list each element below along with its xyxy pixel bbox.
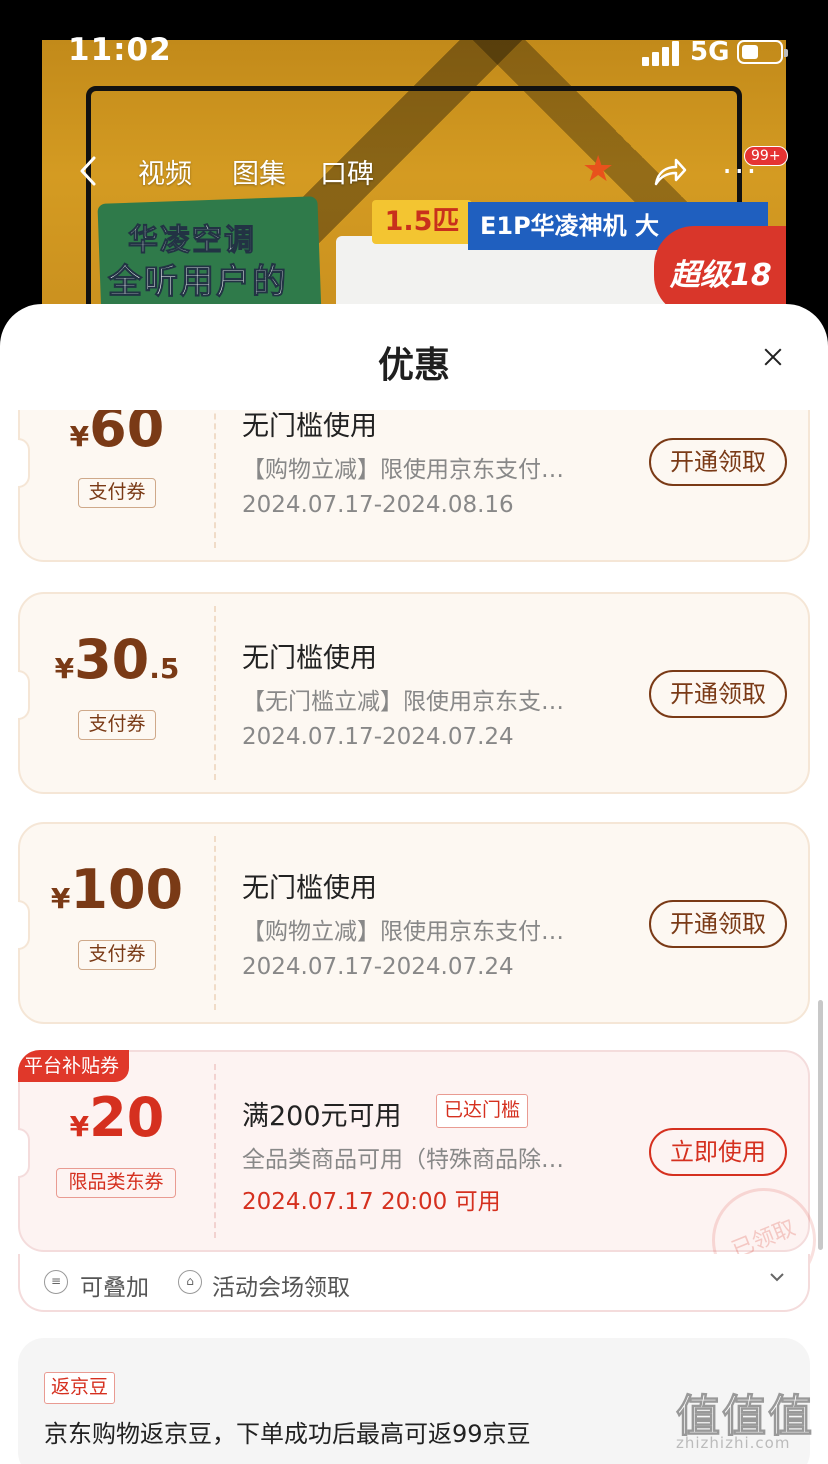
beans-description: 京东购物返京豆，下单成功后最高可返99京豆 xyxy=(44,1420,531,1448)
coupon-description: 【购物立减】限使用京东支付… xyxy=(242,457,564,483)
coupon-date: 2024.07.17-2024.08.16 xyxy=(242,492,514,518)
coupon-description: 全品类商品可用（特殊商品除… xyxy=(242,1147,564,1173)
coupon-card: ¥30.5 支付券 无门槛使用 【无门槛立减】限使用京东支… 2024.07.1… xyxy=(18,592,810,794)
coupon-amount: ¥30.5 xyxy=(54,628,180,691)
coupon-sheet: 优惠 ¥60 支付券 无门槛使用 【购物立减】限使用京东支付… 2024.07.… xyxy=(0,304,828,1464)
battery-icon xyxy=(737,40,788,64)
tab-video[interactable]: 视频 xyxy=(138,152,192,191)
top-nav: 视频 图集 口碑 ★ ··· 99+ xyxy=(42,140,788,204)
source-label: 活动会场领取 xyxy=(212,1275,350,1301)
sheet-title: 优惠 xyxy=(377,345,450,386)
promo-badge: 超级18 xyxy=(654,226,786,316)
tab-gallery[interactable]: 图集 xyxy=(232,152,286,191)
chevron-down-icon[interactable] xyxy=(768,1268,786,1286)
threshold-reached-tag: 已达门槛 xyxy=(436,1094,529,1128)
coupon-date: 2024.07.17-2024.07.24 xyxy=(242,724,514,750)
coupon-type: 支付券 xyxy=(78,940,156,970)
claim-button[interactable]: 开通领取 xyxy=(649,670,787,718)
signal-icon xyxy=(642,40,680,66)
coupon-amount: ¥60 xyxy=(69,410,165,459)
notification-badge: 99+ xyxy=(744,146,788,166)
coupon-date: 2024.07.17 20:00 可用 xyxy=(242,1189,501,1215)
coupon-title: 无门槛使用 xyxy=(242,643,377,674)
status-time: 11:02 xyxy=(68,32,172,68)
coupon-type: 支付券 xyxy=(78,478,156,508)
coupon-footer[interactable]: ≡ 可叠加 ⌂ 活动会场领取 xyxy=(18,1254,810,1312)
coupon-amount: ¥100 xyxy=(50,858,184,921)
claim-button[interactable]: 开通领取 xyxy=(649,900,787,948)
capacity-badge: 1.5匹 xyxy=(372,200,472,244)
network-label: 5G xyxy=(690,37,730,67)
coupon-type: 限品类东券 xyxy=(56,1168,176,1198)
promo-headline-2: 全听用户的 xyxy=(108,262,288,303)
coupon-title: 无门槛使用 xyxy=(242,411,377,442)
use-now-button[interactable]: 立即使用 xyxy=(649,1128,787,1176)
coupon-card: ¥100 支付券 无门槛使用 【购物立减】限使用京东支付… 2024.07.17… xyxy=(18,822,810,1024)
coupon-amount: ¥20 xyxy=(69,1086,165,1149)
coupon-type: 支付券 xyxy=(78,710,156,740)
coupon-date: 2024.07.17-2024.07.24 xyxy=(242,954,514,980)
beans-tag: 返京豆 xyxy=(44,1372,116,1404)
claim-button[interactable]: 开通领取 xyxy=(649,438,787,486)
coupon-description: 【无门槛立减】限使用京东支… xyxy=(242,689,564,715)
stackable-label: 可叠加 xyxy=(80,1275,149,1301)
coupon-card: ¥60 支付券 无门槛使用 【购物立减】限使用京东支付… 2024.07.17-… xyxy=(18,410,810,562)
status-bar: 11:02 5G xyxy=(0,0,828,100)
back-icon[interactable] xyxy=(72,154,106,188)
promo-headline-1: 华凌空调 xyxy=(128,223,256,259)
coupon-description: 【购物立减】限使用京东支付… xyxy=(242,919,564,945)
coupon-title: 无门槛使用 xyxy=(242,873,377,904)
favorite-star-icon[interactable]: ★ xyxy=(582,152,614,188)
tab-reviews[interactable]: 口碑 xyxy=(320,152,374,191)
watermark-url: zhizhizhi.com xyxy=(676,1434,791,1452)
platform-subsidy-tag: 平台补贴券 xyxy=(18,1050,130,1082)
venue-icon: ⌂ xyxy=(178,1270,202,1294)
scrollbar[interactable] xyxy=(818,1000,823,1250)
stack-icon: ≡ xyxy=(44,1270,68,1294)
close-icon[interactable] xyxy=(758,342,788,372)
coupon-card-platform: 平台补贴券 ¥20 限品类东券 满200元可用 已达门槛 全品类商品可用（特殊商… xyxy=(18,1050,828,1308)
share-icon[interactable] xyxy=(652,154,688,190)
coupon-title: 满200元可用 xyxy=(242,1101,402,1132)
